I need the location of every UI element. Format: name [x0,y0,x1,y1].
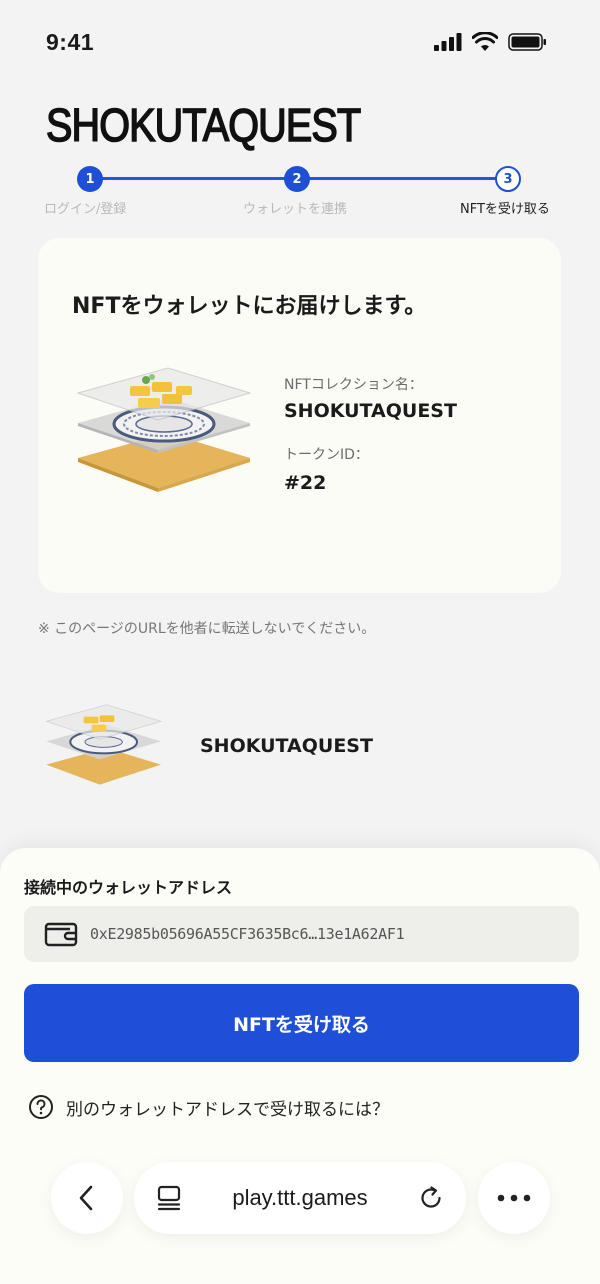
collection-label: NFTコレクション名： [284,377,423,393]
status-bar: 9:41 [0,0,600,84]
step-1-label: ログイン/登録 [44,202,127,217]
status-icons [434,32,548,52]
nft-card: NFTをウォレットにお届けします。 NFTコレクション名： SHOKUTAQUE… [38,238,561,593]
security-note: ※ このページのURLを他者に転送しないでください。 [38,621,376,637]
token-id-label: トークンID： [284,447,369,463]
more-icon [497,1194,531,1202]
card-title: NFTをウォレットにお届けします。 [72,294,427,319]
help-link-label: 別のウォレットアドレスで受け取るには？ [66,1099,389,1120]
back-icon [79,1185,93,1211]
address-bar[interactable]: play.ttt.games [134,1162,466,1234]
step-3-label: NFTを受け取る [460,202,550,217]
url-text[interactable]: play.ttt.games [232,1185,367,1211]
wallet-address-field: 0xE2985b05696A55CF3635Bc6…13e1A62AF1 [24,906,579,962]
status-time: 9:41 [46,28,95,55]
cellular-signal-icon [434,33,462,51]
back-button[interactable] [51,1162,123,1234]
wifi-icon [472,32,498,51]
step-2-dot: 2 [284,166,310,192]
other-wallet-help-link[interactable]: 別のウォレットアドレスで受け取るには？ [28,1094,389,1120]
nft-list-item-name: SHOKUTAQUEST [200,735,373,757]
app-logo: SHOKUTAQUEST [45,98,362,152]
wallet-section-title: 接続中のウォレットアドレス [24,878,233,897]
reload-icon[interactable] [418,1185,444,1211]
question-circle-icon [29,1095,53,1119]
browser-toolbar: play.ttt.games [0,1146,600,1250]
step-3-dot: 3 [495,166,521,192]
battery-icon [508,33,546,51]
receive-nft-button[interactable]: NFTを受け取る [24,984,579,1062]
step-2-label: ウォレットを連携 [243,202,348,217]
progress-stepper: 1 2 3 ログイン/登録 ウォレットを連携 NFTを受け取る [0,162,600,222]
step-1-dot: 1 [77,166,103,192]
nft-list-item: SHOKUTAQUEST [0,690,600,810]
wallet-icon [44,922,78,947]
tabs-icon[interactable] [156,1185,182,1211]
wallet-address: 0xE2985b05696A55CF3635Bc6…13e1A62AF1 [90,925,405,943]
nft-artwork-image [76,367,252,492]
more-button[interactable] [478,1162,550,1234]
nft-thumbnail-image [45,704,163,785]
token-id-value: #22 [284,472,327,494]
collection-name: SHOKUTAQUEST [284,400,457,422]
